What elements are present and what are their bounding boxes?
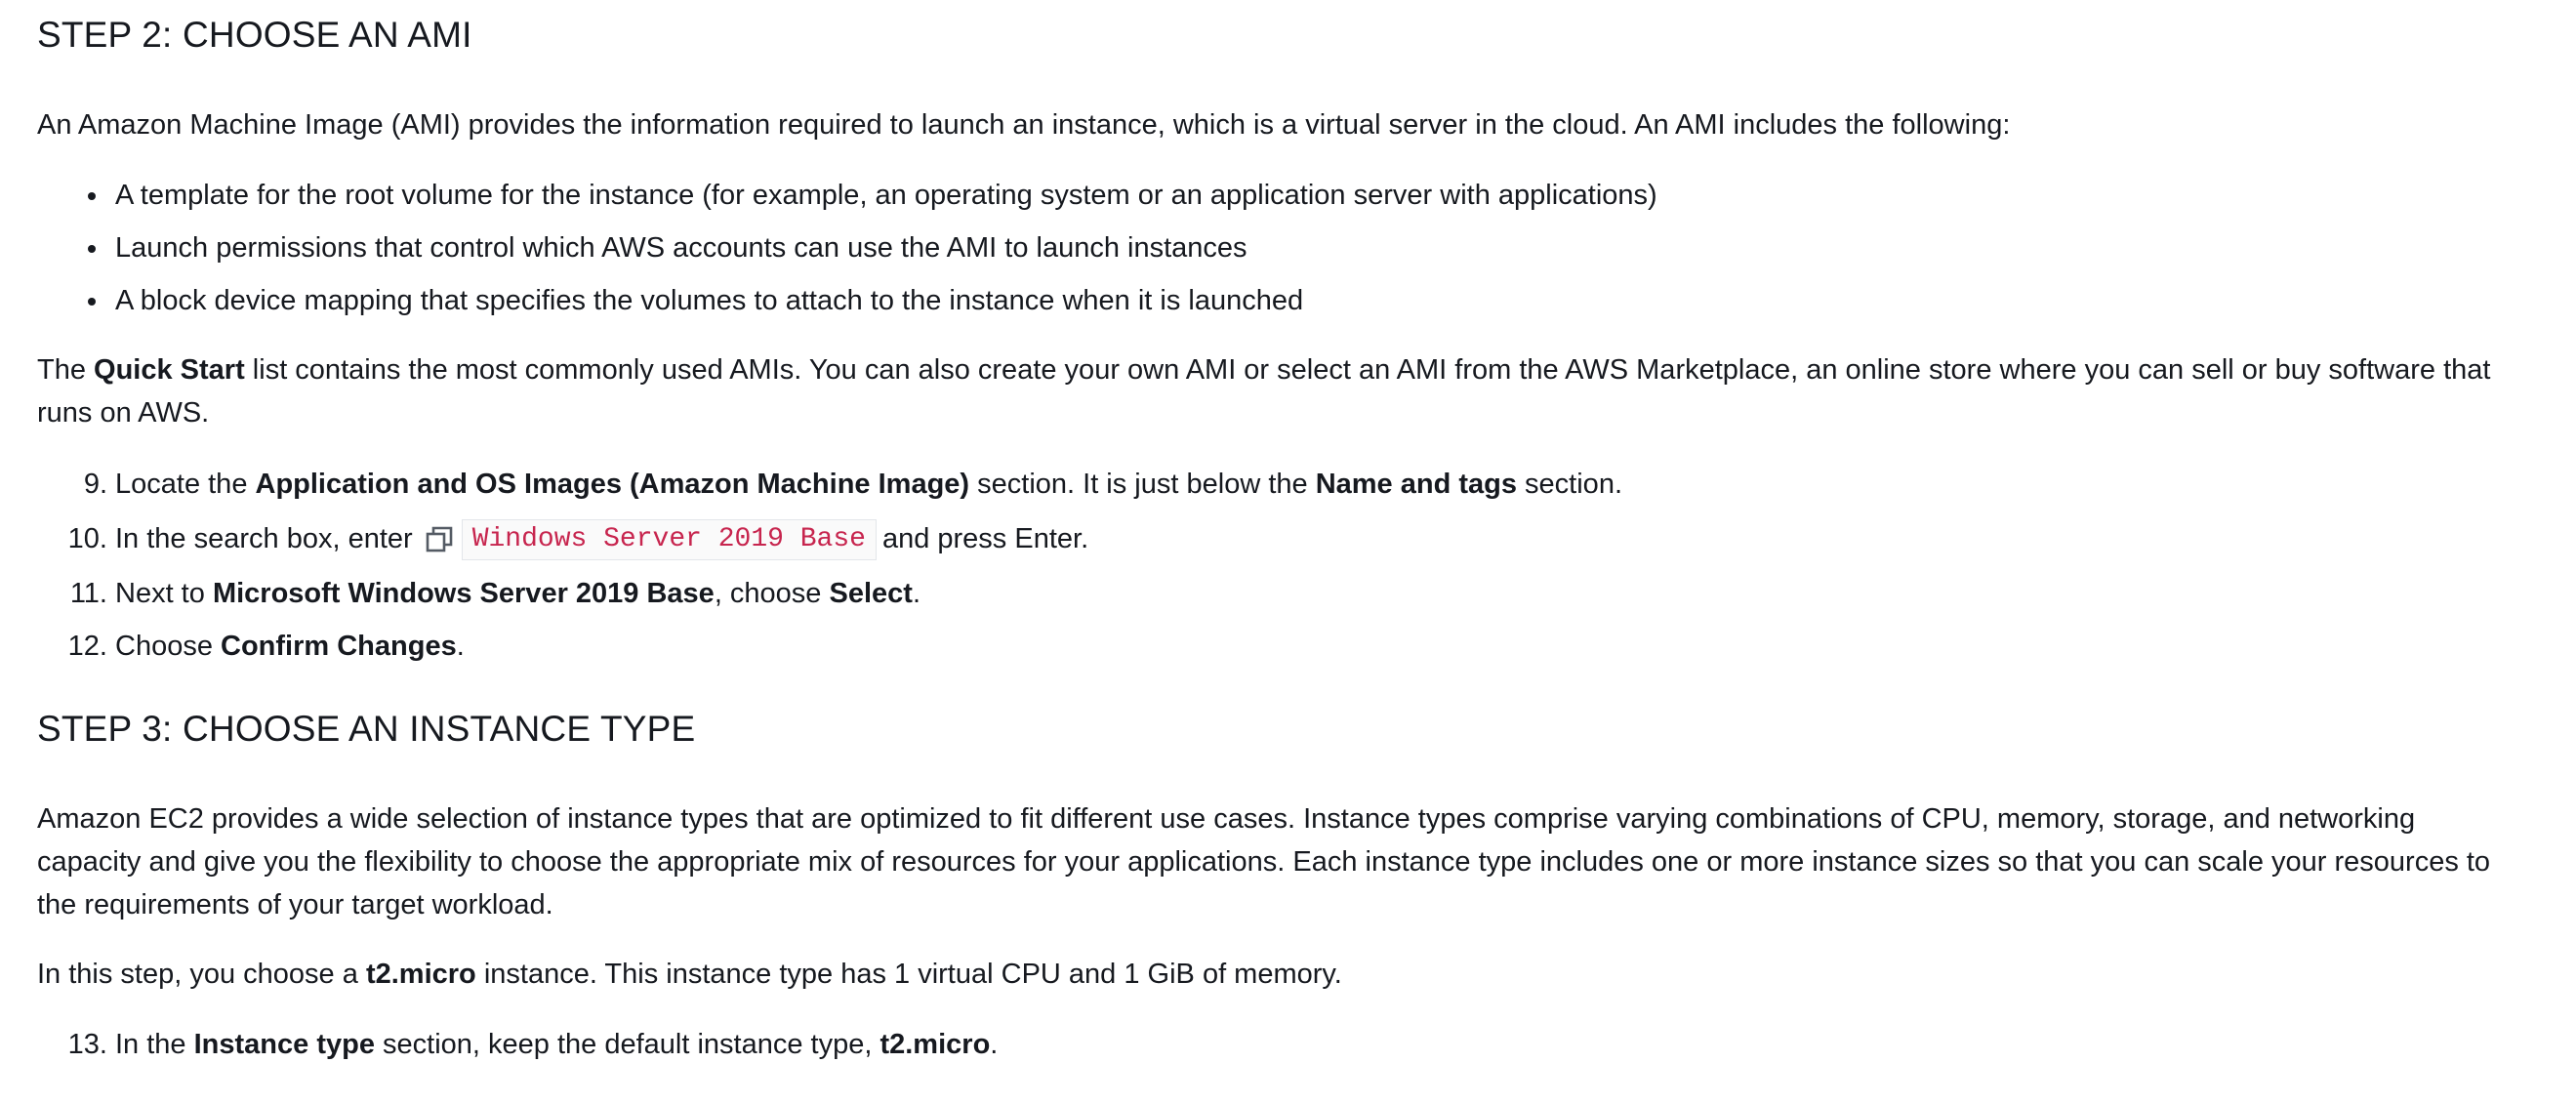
step-9: 9. Locate the Application and OS Images … <box>83 469 1622 500</box>
step-13: 13. In the Instance type section, keep t… <box>67 1029 999 1060</box>
list-item: Launch permissions that control which AW… <box>37 226 2536 279</box>
quick-start-paragraph: The Quick Start list contains the most c… <box>37 354 2491 429</box>
list-item: A template for the root volume for the i… <box>37 174 2536 226</box>
ami-feature-list: A template for the root volume for the i… <box>37 174 2536 332</box>
search-term-code: Windows Server 2019 Base <box>461 519 877 561</box>
instance-types-paragraph: Amazon EC2 provides a wide selection of … <box>37 803 2491 920</box>
bullet-icon <box>88 192 96 200</box>
section-heading-step-2: STEP 2: CHOOSE AN AMI <box>37 15 472 55</box>
ami-intro-paragraph: An Amazon Machine Image (AMI) provides t… <box>37 109 2011 141</box>
section-heading-step-3: STEP 3: CHOOSE AN INSTANCE TYPE <box>37 709 696 749</box>
step-12: 12. Choose Confirm Changes. <box>67 631 465 662</box>
t2-micro-paragraph: In this step, you choose a t2.micro inst… <box>37 959 1342 990</box>
bullet-icon <box>88 245 96 253</box>
ami-steps-list: 9. Locate the Application and OS Images … <box>37 463 2536 677</box>
step-11: 11. Next to Microsoft Windows Server 201… <box>69 578 921 609</box>
bullet-icon <box>88 298 96 306</box>
instance-steps-list: 13. In the Instance type section, keep t… <box>37 1023 2536 1076</box>
copy-icon[interactable] <box>425 525 454 554</box>
step-10: 10. In the search box, enter Windows Ser… <box>37 517 2536 572</box>
list-item: A block device mapping that specifies th… <box>37 279 2536 332</box>
